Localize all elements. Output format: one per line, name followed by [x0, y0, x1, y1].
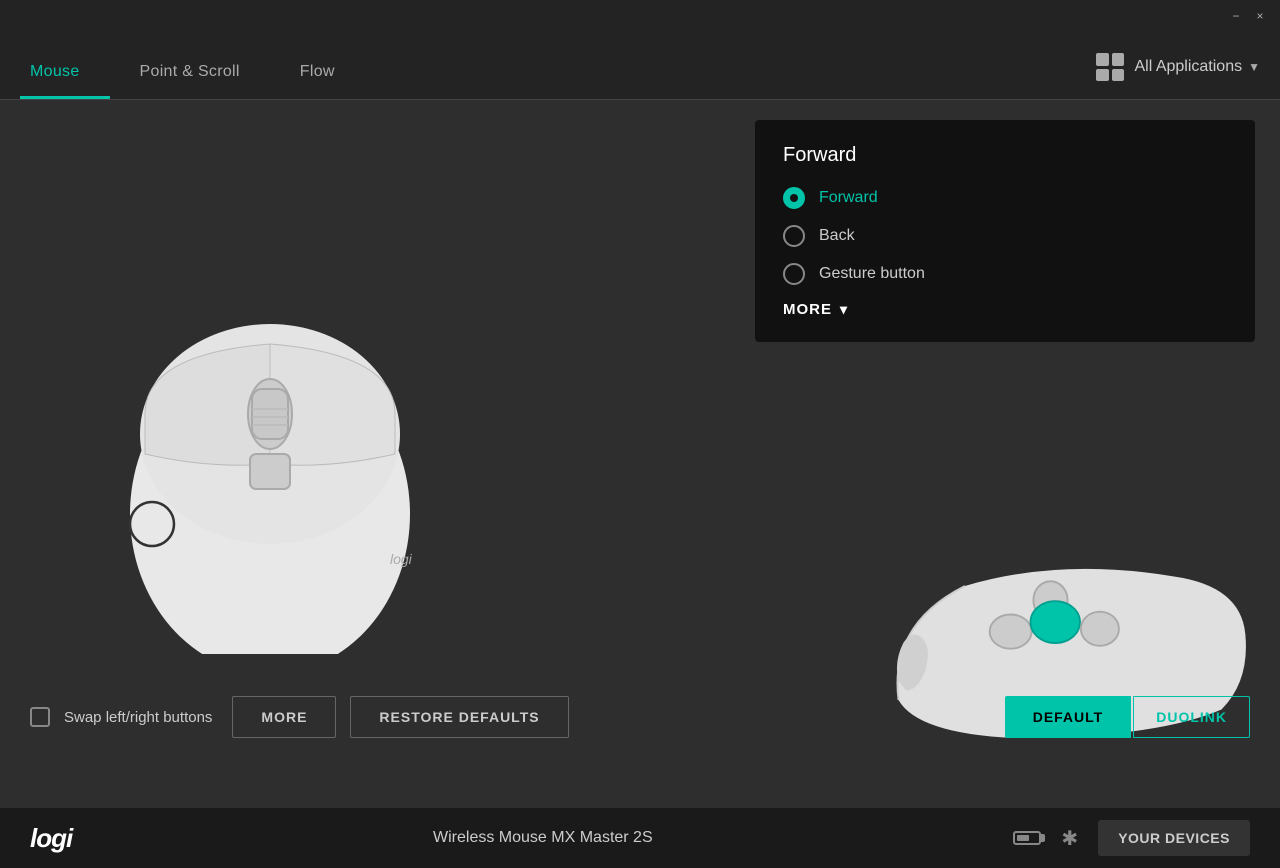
option-forward[interactable]: Forward: [783, 187, 1227, 209]
all-applications-selector[interactable]: All Applications ▼: [1134, 58, 1260, 76]
default-button[interactable]: DEFAULT: [1005, 696, 1132, 738]
tab-flow[interactable]: Flow: [270, 63, 365, 99]
chevron-down-icon: ▾: [840, 301, 848, 318]
header-right: All Applications ▼: [1096, 53, 1280, 99]
nav-tabs: Mouse Point & Scroll Flow: [0, 0, 365, 99]
option-forward-label: Forward: [819, 189, 878, 207]
swap-buttons-label: Swap left/right buttons: [64, 709, 212, 726]
swap-buttons-checkbox[interactable]: [30, 707, 50, 727]
popup-title: Forward: [783, 144, 1227, 167]
battery-icon: [1013, 831, 1041, 845]
chevron-down-icon: ▼: [1248, 60, 1260, 74]
titlebar: − ×: [1216, 0, 1280, 32]
bottom-controls: Swap left/right buttons MORE RESTORE DEF…: [0, 696, 1280, 738]
duolink-button[interactable]: DUOLINK: [1133, 696, 1250, 738]
main-content: logi Forward: [0, 100, 1280, 808]
profile-buttons: DEFAULT DUOLINK: [1005, 696, 1250, 738]
tab-point-scroll[interactable]: Point & Scroll: [110, 63, 270, 99]
radio-forward[interactable]: [783, 187, 805, 209]
option-back[interactable]: Back: [783, 225, 1227, 247]
option-gesture[interactable]: Gesture button: [783, 263, 1227, 285]
restore-defaults-button[interactable]: RESTORE DEFAULTS: [350, 696, 568, 738]
radio-gesture[interactable]: [783, 263, 805, 285]
more-options-button[interactable]: MORE ▾: [783, 301, 1227, 318]
header: Mouse Point & Scroll Flow All Applicatio…: [0, 0, 1280, 100]
mouse-front-view: logi: [80, 234, 460, 634]
option-back-label: Back: [819, 227, 855, 245]
option-gesture-label: Gesture button: [819, 265, 925, 283]
footer: logi Wireless Mouse MX Master 2S ✱ YOUR …: [0, 808, 1280, 868]
footer-right: ✱ YOUR DEVICES: [1013, 820, 1250, 856]
radio-back[interactable]: [783, 225, 805, 247]
more-button[interactable]: MORE: [232, 696, 336, 738]
grid-icon[interactable]: [1096, 53, 1124, 81]
minimize-button[interactable]: −: [1228, 8, 1244, 24]
svg-text:logi: logi: [390, 551, 413, 567]
action-buttons: MORE RESTORE DEFAULTS: [232, 696, 568, 738]
swap-buttons-wrap: Swap left/right buttons: [30, 707, 212, 727]
tab-mouse[interactable]: Mouse: [20, 63, 110, 99]
button-assignment-popup: Forward Forward Back Gesture button MORE…: [755, 120, 1255, 342]
your-devices-button[interactable]: YOUR DEVICES: [1098, 820, 1250, 856]
device-name: Wireless Mouse MX Master 2S: [72, 829, 1013, 847]
close-button[interactable]: ×: [1252, 8, 1268, 24]
bluetooth-icon: ✱: [1061, 826, 1078, 851]
logi-logo: logi: [30, 823, 72, 854]
